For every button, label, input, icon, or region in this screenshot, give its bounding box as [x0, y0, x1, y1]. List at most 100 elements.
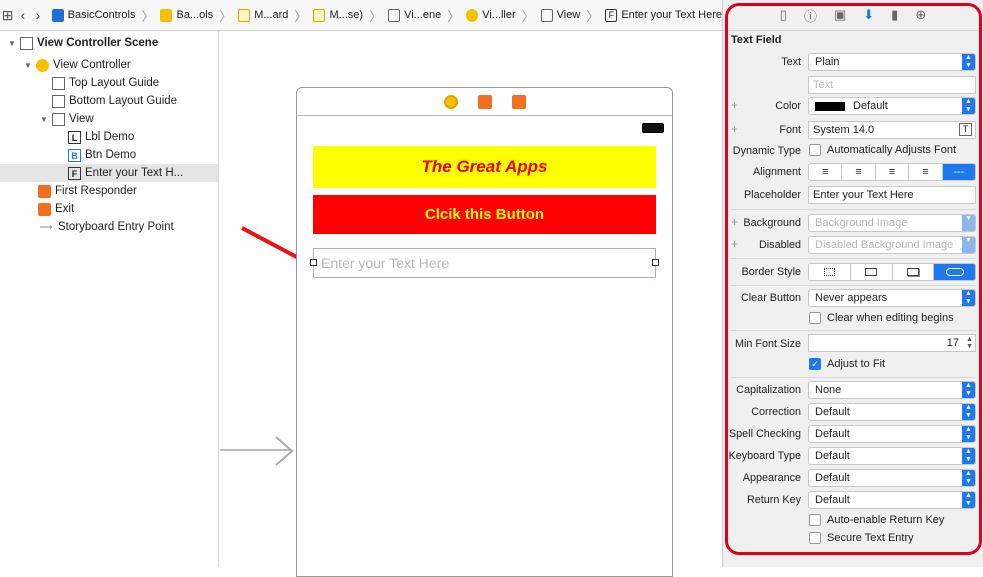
clear-editing-checkbox[interactable]: Clear when editing begins	[809, 312, 954, 324]
align-left-icon[interactable]: ≡	[809, 164, 843, 180]
storyboard-icon	[313, 8, 326, 22]
project-icon	[51, 8, 64, 22]
controller-icon[interactable]	[443, 94, 458, 109]
section-title: Text Field	[731, 34, 782, 46]
scene-icon	[20, 36, 33, 50]
cube-icon	[38, 184, 51, 198]
chevron-down-icon: ▼	[962, 237, 975, 253]
breadcrumb-item[interactable]: M...ard 〉	[238, 6, 307, 25]
help-icon[interactable]: ⓘ	[804, 6, 817, 25]
chevron-updown-icon: ▲ ▼	[962, 54, 975, 70]
keyboard-type-popup[interactable]: Default ▲ ▼	[808, 447, 976, 465]
outline-scene[interactable]: ▼ View Controller Scene	[6, 34, 158, 52]
placeholder-field[interactable]: Enter your Text Here	[808, 186, 976, 204]
disclosure-icon[interactable]: ▼	[38, 115, 50, 124]
border-line-icon[interactable]	[851, 264, 893, 280]
clear-button-popup[interactable]: Never appears ▲ ▼	[808, 289, 976, 307]
storyboard-canvas[interactable]: The Great Apps Clcik this Button Enter y…	[220, 31, 722, 577]
disabled-image-popup[interactable]: Disabled Background Image ▼	[808, 236, 976, 254]
chevron-updown-icon: ▲ ▼	[962, 426, 975, 442]
breadcrumb-item[interactable]: Vi...ller 〉	[466, 6, 535, 25]
outline-entry-point[interactable]: ⟶ Storyboard Entry Point	[38, 218, 174, 236]
min-font-size-field[interactable]: 17 ▲ ▼	[808, 334, 976, 352]
battery-icon	[642, 123, 664, 133]
outline-top-guide[interactable]: Top Layout Guide	[52, 74, 159, 92]
breadcrumb-item[interactable]: Ba...ols 〉	[160, 6, 232, 25]
breadcrumb-item[interactable]: BasicControls 〉	[51, 6, 154, 25]
align-center-icon[interactable]: ≡	[842, 164, 876, 180]
dynamic-type-checkbox[interactable]: Automatically Adjusts Font	[809, 144, 956, 156]
font-field[interactable]: System 14.0 T	[808, 121, 976, 139]
outline-bottom-guide[interactable]: Bottom Layout Guide	[52, 92, 177, 110]
breadcrumb-item[interactable]: View 〉	[540, 6, 599, 25]
text-type-popup[interactable]: Plain ▲ ▼	[808, 53, 976, 71]
adjust-to-fit-checkbox[interactable]: ✓ Adjust to Fit	[809, 358, 885, 370]
outline-exit[interactable]: Exit	[38, 200, 74, 218]
inspector-tabs: ▯ ⓘ ▣ ⬇ ▮ ⊕	[723, 0, 983, 31]
text-field[interactable]: Enter your Text Here	[313, 248, 656, 278]
arrow-right-icon: ⟶	[39, 221, 53, 232]
resize-handle[interactable]	[652, 259, 659, 266]
return-key-popup[interactable]: Default ▲ ▼	[808, 491, 976, 509]
border-style-control[interactable]	[808, 263, 976, 281]
attributes-icon[interactable]: ⬇	[863, 7, 874, 23]
entry-arrow-icon	[275, 436, 294, 466]
chevron-updown-icon: ▲ ▼	[962, 492, 975, 508]
textfield-icon: F	[605, 8, 618, 22]
auto-enable-checkbox[interactable]: Auto-enable Return Key	[809, 514, 944, 526]
file-icon[interactable]: ▯	[780, 7, 787, 23]
controller-icon	[466, 8, 479, 22]
align-right-icon[interactable]: ≡	[876, 164, 910, 180]
grid-icon[interactable]: ⊞	[0, 7, 15, 24]
capitalization-popup[interactable]: None ▲ ▼	[808, 381, 976, 399]
align-natural-icon[interactable]: ---	[942, 164, 975, 180]
scene-icon	[388, 8, 401, 22]
identity-icon[interactable]: ▣	[834, 7, 846, 23]
outline-textfield[interactable]: F Enter your Text H...	[0, 164, 218, 182]
resize-handle[interactable]	[310, 259, 317, 266]
text-field-input[interactable]: Text	[808, 76, 976, 94]
font-picker-icon[interactable]: T	[959, 123, 972, 136]
layout-guide-icon	[52, 94, 65, 108]
cube-icon[interactable]	[477, 94, 492, 109]
background-image-popup[interactable]: Background Image ▼	[808, 214, 976, 232]
secure-entry-checkbox[interactable]: Secure Text Entry	[809, 532, 914, 544]
chevron-updown-icon: ▲ ▼	[962, 98, 975, 114]
stepper-icon[interactable]: ▲ ▼	[966, 336, 973, 350]
exit-icon	[38, 202, 51, 216]
forward-icon[interactable]: ›	[30, 7, 45, 23]
disclosure-icon[interactable]: ▼	[6, 39, 18, 48]
btn-demo[interactable]: Clcik this Button	[313, 195, 656, 234]
correction-popup[interactable]: Default ▲ ▼	[808, 403, 976, 421]
outline-first-responder[interactable]: First Responder	[38, 182, 137, 200]
outline-controller[interactable]: ▼ View Controller	[22, 56, 131, 74]
chevron-down-icon: ▼	[962, 215, 975, 231]
outline-label[interactable]: L Lbl Demo	[68, 128, 134, 146]
align-justify-icon[interactable]: ≡	[909, 164, 943, 180]
document-outline: ▼ View Controller Scene ▼ View Controller …	[0, 31, 219, 567]
border-bezel-icon[interactable]	[893, 264, 935, 280]
connections-icon[interactable]: ⊕	[915, 7, 926, 23]
outline-button[interactable]: B Btn Demo	[68, 146, 136, 164]
alignment-control[interactable]: ≡ ≡ ≡ ≡ ---	[808, 163, 976, 181]
border-none-icon[interactable]	[809, 264, 851, 280]
breadcrumb-item[interactable]: F Enter your Text Here	[605, 8, 722, 22]
breadcrumb-item[interactable]: Vi...ene 〉	[388, 6, 460, 25]
color-popup[interactable]: Default ▲ ▼	[808, 97, 976, 115]
border-rounded-icon[interactable]	[934, 264, 975, 280]
label-icon: L	[68, 130, 81, 144]
disclosure-icon[interactable]: ▼	[22, 61, 34, 70]
view-icon	[540, 8, 553, 22]
view-controller-frame[interactable]: The Great Apps Clcik this Button Enter y…	[296, 87, 673, 577]
breadcrumb-item[interactable]: M...se) 〉	[313, 6, 382, 25]
exit-icon[interactable]	[511, 94, 526, 109]
spell-checking-popup[interactable]: Default ▲ ▼	[808, 425, 976, 443]
size-icon[interactable]: ▮	[891, 7, 898, 23]
back-icon[interactable]: ‹	[15, 7, 30, 23]
lbl-demo[interactable]: The Great Apps	[313, 146, 656, 188]
scene-dock	[297, 88, 672, 116]
outline-view[interactable]: ▼ View	[38, 110, 94, 128]
controller-icon	[36, 58, 49, 72]
chevron-updown-icon: ▲ ▼	[962, 382, 975, 398]
appearance-popup[interactable]: Default ▲ ▼	[808, 469, 976, 487]
